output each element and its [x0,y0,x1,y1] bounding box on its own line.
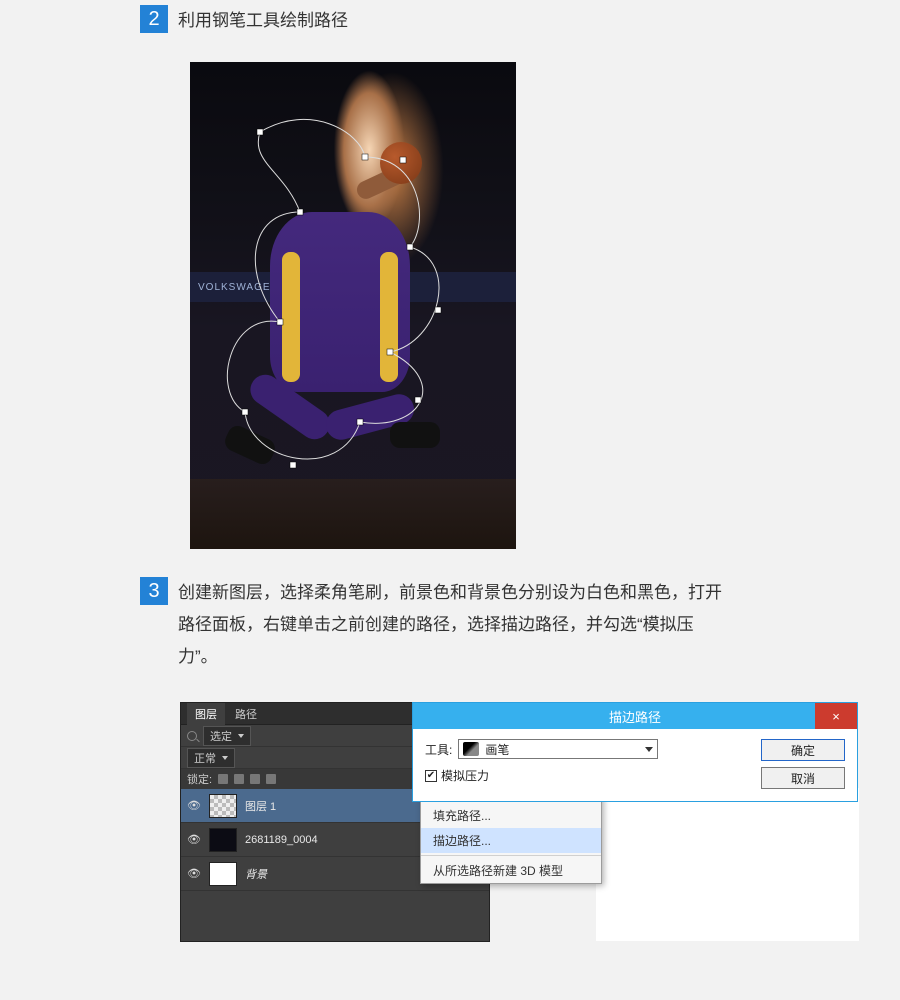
example-image-step3: 图层 路径 工作路径 图层 路径 选定 正常 不 锁定: [180,702,860,942]
simulate-pressure-label: 模拟压力 [441,767,489,784]
lock-all-icon[interactable] [266,774,276,784]
step-2-text: 利用钢笔工具绘制路径 [178,5,348,37]
menu-item-new-3d-from-path[interactable]: 从所选路径新建 3D 模型 [421,858,601,883]
lock-pixels-icon[interactable] [234,774,244,784]
stroke-path-dialog: 描边路径 × 工具: 画笔 ✔ 模拟压力 确定 取消 [412,702,858,802]
dialog-body: 工具: 画笔 ✔ 模拟压力 确定 取消 [413,729,857,799]
tool-select-value: 画笔 [485,741,509,758]
example-image-step2: VOLKSWAGEN VOLKSWAGEN WAGEN [190,62,516,549]
document-background [595,787,860,942]
dialog-titlebar: 描边路径 × [413,703,857,729]
lock-position-icon[interactable] [250,774,260,784]
blend-mode-select[interactable]: 正常 [187,748,235,768]
tool-label: 工具: [425,741,452,758]
layer-name: 图层 1 [245,798,276,814]
layer-thumbnail [209,828,237,852]
tab-layers[interactable]: 图层 [187,703,225,725]
step-number-badge: 3 [140,577,168,605]
step-number-badge: 2 [140,5,168,33]
search-icon [187,731,197,741]
checkbox-icon: ✔ [425,770,437,782]
tab-paths[interactable]: 路径 [235,706,257,722]
dialog-title: 描边路径 [609,707,661,726]
visibility-icon[interactable]: 👁 [187,867,201,880]
visibility-icon[interactable]: 👁 [187,833,201,846]
menu-item-stroke-path[interactable]: 描边路径... [421,828,601,853]
layer-name: 背景 [245,866,267,882]
step-2: 2 利用钢笔工具绘制路径 [140,5,348,37]
layer-thumbnail [209,862,237,886]
layer-thumbnail [209,794,237,818]
layer-name: 2681189_0004 [245,834,318,846]
ok-button[interactable]: 确定 [761,739,845,761]
dialog-close-button[interactable]: × [815,703,857,729]
lock-label: 锁定: [187,771,212,787]
layer-filter-select[interactable]: 选定 [203,726,251,746]
pen-path-overlay [190,62,516,549]
lock-transparent-icon[interactable] [218,774,228,784]
brush-icon [463,742,479,756]
step-3-text: 创建新图层，选择柔角笔刷，前景色和背景色分别设为白色和黑色，打开路径面板，右键单… [178,577,728,673]
visibility-icon[interactable]: 👁 [187,799,201,812]
simulate-pressure-checkbox[interactable]: ✔ 模拟压力 [425,767,747,784]
tool-select[interactable]: 画笔 [458,739,658,759]
step-3: 3 创建新图层，选择柔角笔刷，前景色和背景色分别设为白色和黑色，打开路径面板，右… [140,577,728,673]
menu-separator [421,855,601,856]
cancel-button[interactable]: 取消 [761,767,845,789]
menu-item-fill-path[interactable]: 填充路径... [421,803,601,828]
